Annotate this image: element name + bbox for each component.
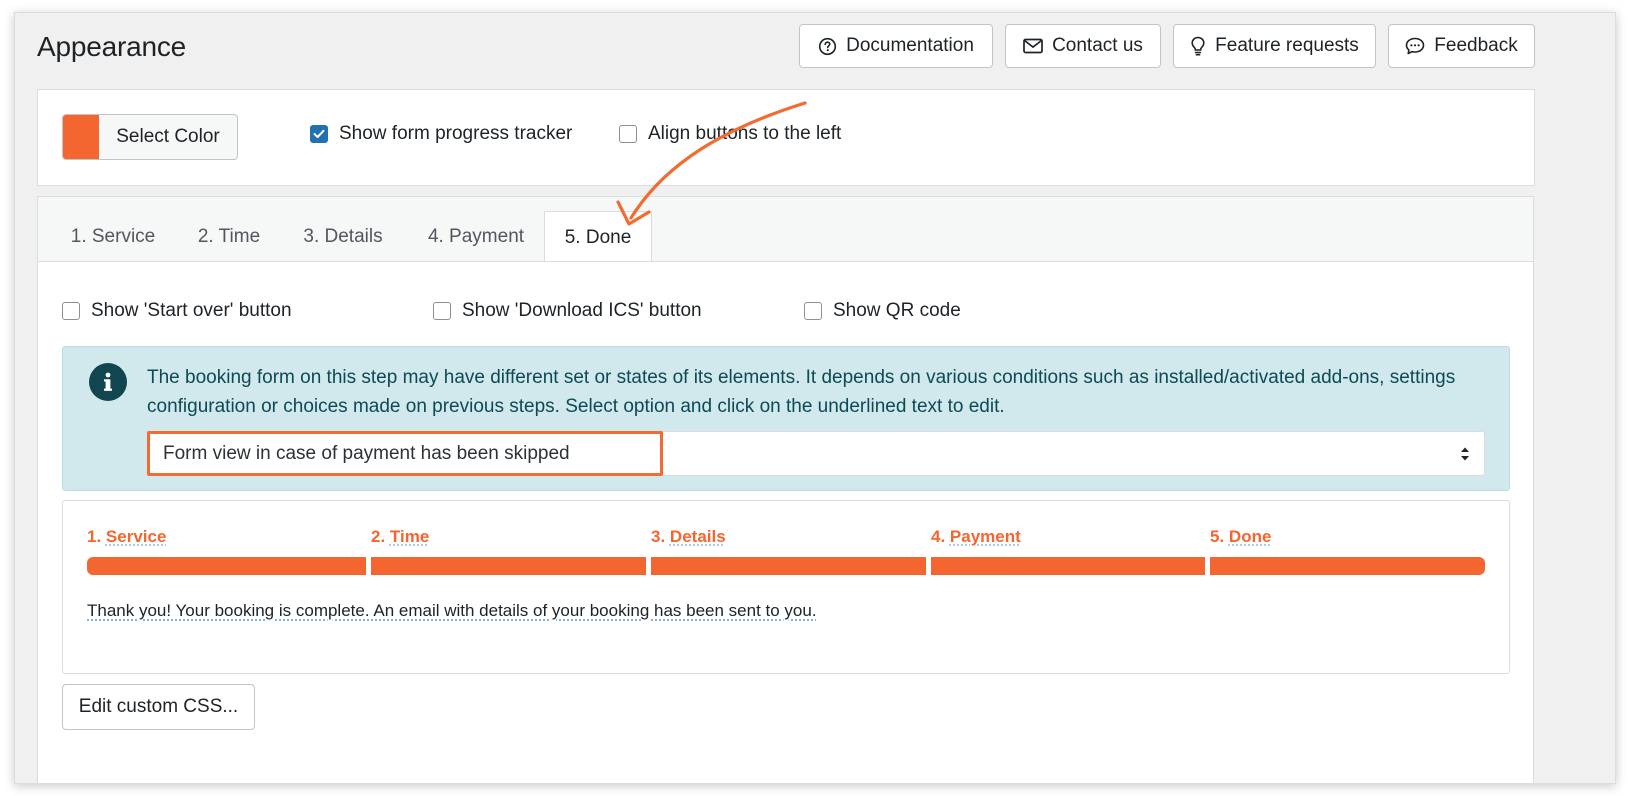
- qr-code-label: Show QR code: [833, 300, 961, 321]
- help-circle-icon: [818, 37, 837, 55]
- step-number: 4.: [931, 527, 946, 546]
- step-number: 5.: [1210, 527, 1225, 546]
- qr-code-option[interactable]: Show QR code: [804, 300, 961, 322]
- tab-payment[interactable]: 4. Payment: [416, 211, 536, 262]
- progress-bar-payment: [931, 557, 1205, 575]
- progress-step-details: 3. Details: [651, 527, 726, 547]
- step-number: 1.: [87, 527, 102, 546]
- progress-step-service: 1. Service: [87, 527, 166, 547]
- page-title: Appearance: [37, 31, 187, 62]
- info-icon: [89, 363, 127, 401]
- progress-step-time: 2. Time: [371, 527, 429, 547]
- progress-bar-service: [87, 557, 366, 575]
- step-name-payment[interactable]: Payment: [950, 527, 1021, 546]
- align-buttons-left-label: Align buttons to the left: [648, 123, 842, 144]
- step-number: 3.: [651, 527, 666, 546]
- color-swatch: [63, 115, 99, 159]
- progress-bar-details: [651, 557, 926, 575]
- download-ics-label: Show 'Download ICS' button: [462, 300, 702, 321]
- checkbox-unchecked[interactable]: [62, 302, 80, 320]
- feedback-label: Feedback: [1434, 35, 1518, 56]
- checkbox-checked[interactable]: [310, 125, 328, 143]
- checkmark-icon: [313, 129, 325, 138]
- sort-arrows-icon: [1461, 447, 1469, 461]
- highlight-box: [147, 431, 663, 476]
- show-progress-tracker-label: Show form progress tracker: [339, 123, 573, 144]
- documentation-button[interactable]: Documentation: [799, 24, 993, 68]
- select-color-button[interactable]: Select Color: [62, 114, 238, 160]
- checkbox-unchecked[interactable]: [804, 302, 822, 320]
- checkbox-unchecked[interactable]: [619, 125, 637, 143]
- step-name-details[interactable]: Details: [670, 527, 726, 546]
- feedback-button[interactable]: Feedback: [1388, 24, 1535, 68]
- tab-service[interactable]: 1. Service: [62, 211, 164, 262]
- documentation-label: Documentation: [846, 35, 974, 56]
- download-ics-option[interactable]: Show 'Download ICS' button: [433, 300, 702, 322]
- progress-step-done: 5. Done: [1210, 527, 1271, 547]
- feature-requests-button[interactable]: Feature requests: [1173, 24, 1376, 68]
- edit-custom-css-button[interactable]: Edit custom CSS...: [62, 684, 255, 730]
- form-view-select[interactable]: Form view in case of payment has been sk…: [147, 431, 1485, 476]
- step-name-time[interactable]: Time: [390, 527, 429, 546]
- contact-us-button[interactable]: Contact us: [1005, 24, 1161, 68]
- progress-bar-time: [371, 557, 646, 575]
- tab-done[interactable]: 5. Done: [544, 211, 652, 263]
- chat-bubble-icon: [1405, 37, 1425, 55]
- completion-message[interactable]: Thank you! Your booking is complete. An …: [87, 601, 817, 621]
- progress-bar-done: [1210, 557, 1485, 575]
- step-tabs: 1. Service 2. Time 3. Details 4. Payment…: [37, 196, 1534, 263]
- progress-step-payment: 4. Payment: [931, 527, 1021, 547]
- info-notice: The booking form on this step may have d…: [62, 346, 1510, 491]
- info-text: The booking form on this step may have d…: [147, 367, 1456, 417]
- start-over-option[interactable]: Show 'Start over' button: [62, 300, 292, 322]
- tab-time[interactable]: 2. Time: [188, 211, 270, 262]
- done-step-panel: Show 'Start over' button Show 'Download …: [37, 261, 1534, 783]
- select-color-label: Select Color: [116, 126, 220, 147]
- start-over-label: Show 'Start over' button: [91, 300, 292, 321]
- checkbox-unchecked[interactable]: [433, 302, 451, 320]
- envelope-icon: [1023, 38, 1043, 54]
- step-name-done[interactable]: Done: [1229, 527, 1272, 546]
- form-preview: 1. Service 2. Time 3. Details 4. Payment…: [62, 500, 1510, 674]
- tab-details[interactable]: 3. Details: [294, 211, 392, 262]
- settings-card: Select Color Show form progress tracker …: [37, 89, 1535, 186]
- contact-us-label: Contact us: [1052, 35, 1143, 56]
- step-name-service[interactable]: Service: [106, 527, 167, 546]
- step-number: 2.: [371, 527, 386, 546]
- feature-requests-label: Feature requests: [1215, 35, 1359, 56]
- align-buttons-left-option[interactable]: Align buttons to the left: [619, 123, 841, 145]
- lightbulb-icon: [1191, 36, 1205, 56]
- show-progress-tracker-option[interactable]: Show form progress tracker: [310, 123, 572, 145]
- app-frame: Appearance Documentation Contact us Feat…: [14, 12, 1616, 784]
